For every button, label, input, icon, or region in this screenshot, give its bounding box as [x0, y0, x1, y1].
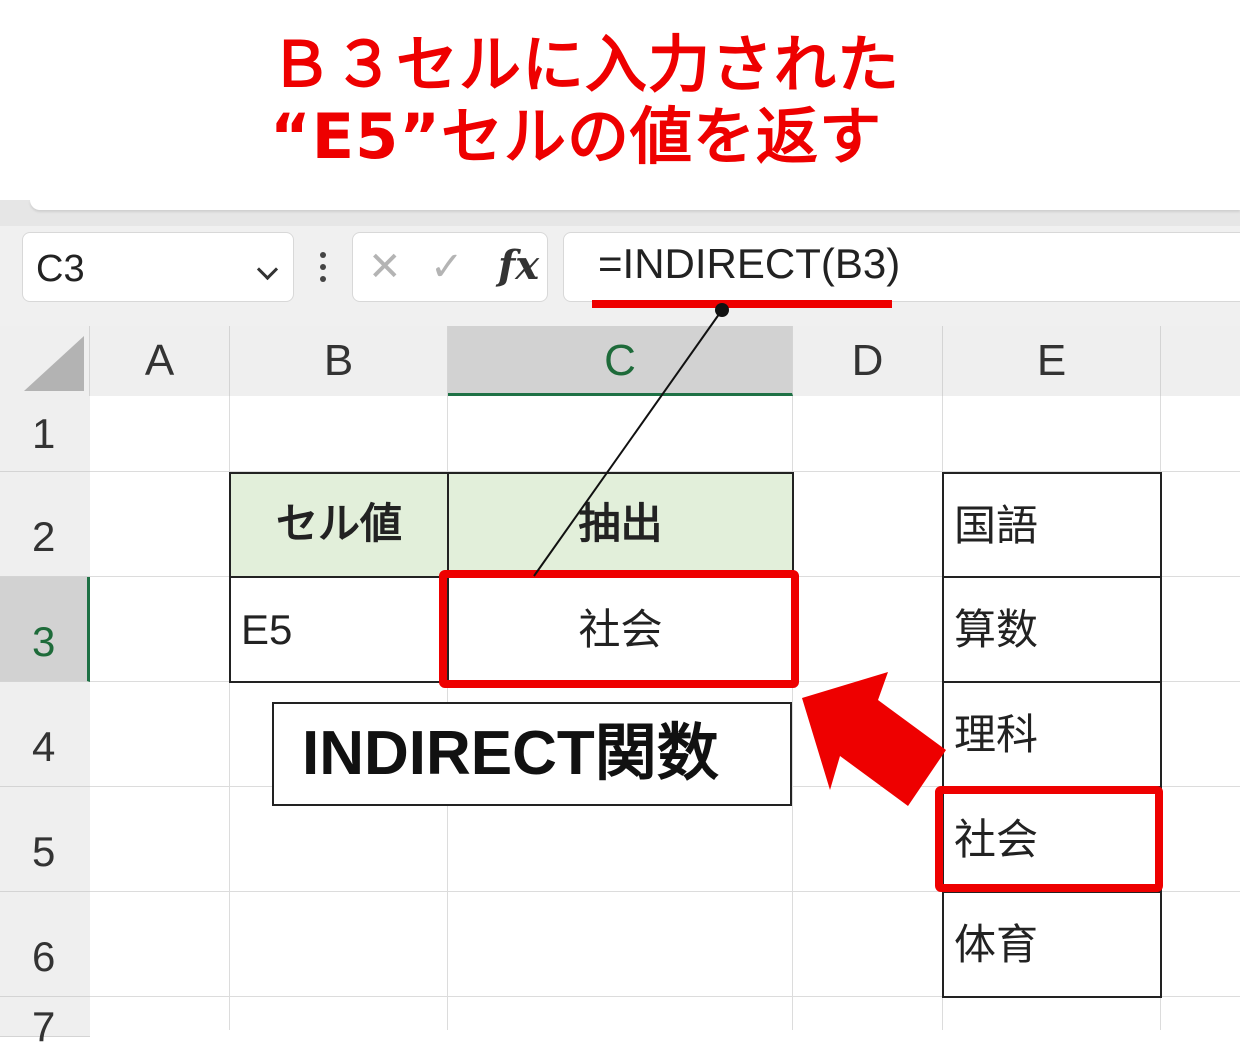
- red-arrow-icon: [802, 672, 946, 806]
- annotation-arrows: [533, 303, 946, 806]
- leader-line: [533, 309, 723, 577]
- indirect-label-box: INDIRECT関数: [272, 702, 792, 806]
- leader-line-dot: [715, 303, 729, 317]
